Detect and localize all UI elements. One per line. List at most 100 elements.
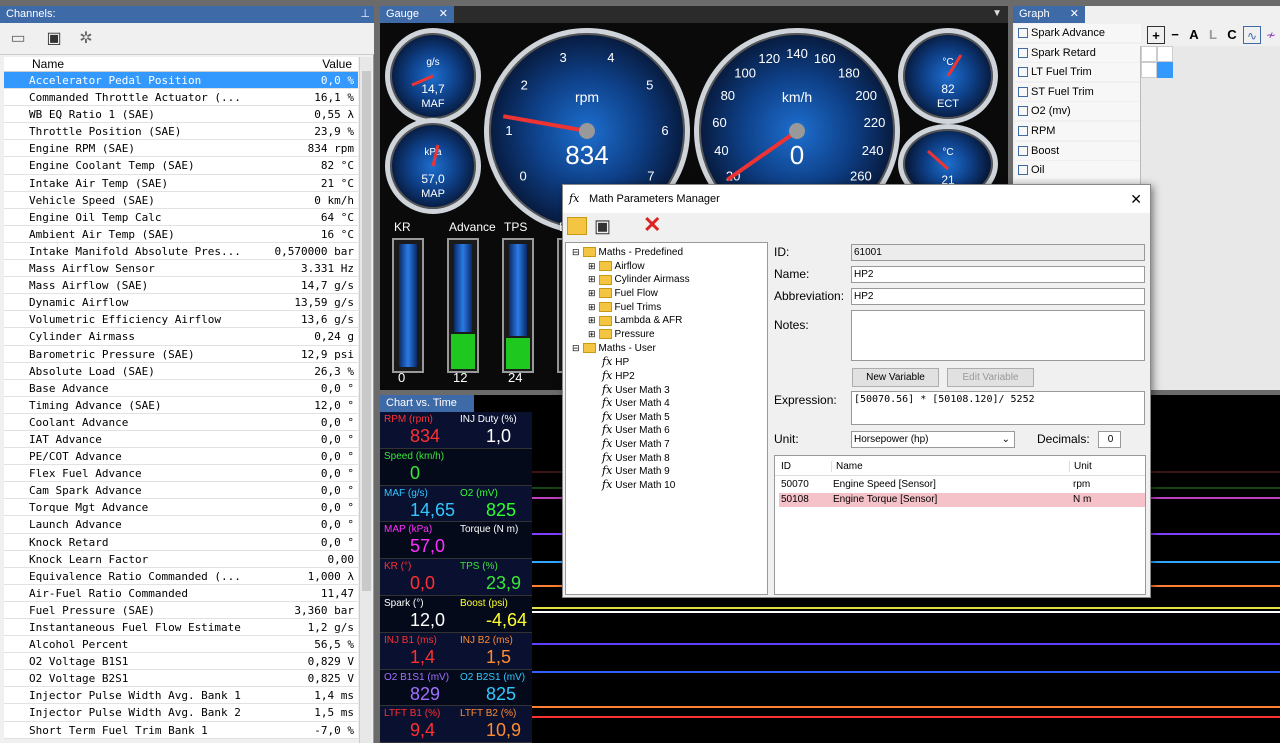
tree-folder[interactable]: ⊞ Fuel Trims xyxy=(588,301,661,314)
tree-item[interactable]: fx User Math 8 xyxy=(602,451,670,464)
channel-row[interactable]: Short Term Fuel Trim Bank 1 -7,0 % xyxy=(4,721,358,739)
channel-row[interactable]: Volumetric Efficiency Airflow 13,6 g/s xyxy=(4,311,358,329)
channel-row[interactable]: Mass Airflow (SAE) 14,7 g/s xyxy=(4,277,358,295)
tree-folder[interactable]: ⊞ Fuel Flow xyxy=(588,287,658,300)
gear-icon[interactable]: ✲ xyxy=(74,28,98,50)
tree-item[interactable]: fx User Math 5 xyxy=(602,410,670,423)
tab-chart-vs-time[interactable]: Chart vs. Time xyxy=(380,395,474,412)
graph-channel-item[interactable]: O2 (mv) xyxy=(1015,102,1141,121)
channel-row[interactable]: Mass Airflow Sensor 3.331 Hz xyxy=(4,260,358,278)
expand-icon[interactable]: ⊞ xyxy=(588,302,596,312)
channel-row[interactable]: Vehicle Speed (SAE) 0 km/h xyxy=(4,191,358,209)
unit-column-header[interactable]: Unit xyxy=(1069,461,1092,472)
channel-row[interactable]: O2 Voltage B2S1 0,825 V xyxy=(4,670,358,688)
save-icon[interactable]: ▣ xyxy=(594,216,611,237)
dialog-close-icon[interactable]: ✕ xyxy=(1130,185,1142,213)
tab-gauge[interactable]: Gauge ✕ xyxy=(380,6,454,23)
value-column-header[interactable]: Value xyxy=(322,57,352,72)
name-field[interactable]: HP2 xyxy=(851,266,1145,283)
notes-field[interactable] xyxy=(851,310,1145,361)
expand-icon[interactable]: ⊞ xyxy=(588,274,596,284)
graph-cell[interactable] xyxy=(1141,46,1157,62)
expand-icon[interactable]: ⊟ xyxy=(572,247,580,257)
tree-item[interactable]: fx HP xyxy=(602,355,629,368)
expand-icon[interactable]: ⊞ xyxy=(588,315,596,325)
camera-icon[interactable]: ▭ xyxy=(6,28,30,50)
channel-row[interactable]: Air-Fuel Ratio Commanded 11,47 xyxy=(4,584,358,602)
channel-row[interactable]: Flex Fuel Advance 0,0 ° xyxy=(4,465,358,483)
graph-tool-button[interactable]: C xyxy=(1223,26,1241,44)
channel-row[interactable]: PE/COT Advance 0,0 ° xyxy=(4,448,358,466)
channel-row[interactable]: Fuel Pressure (SAE) 3,360 bar xyxy=(4,601,358,619)
tree-folder[interactable]: ⊞ Pressure xyxy=(588,328,655,341)
tree-item[interactable]: fx User Math 7 xyxy=(602,437,670,450)
graph-channel-item[interactable]: Spark Advance xyxy=(1015,24,1141,42)
channel-row[interactable]: Equivalence Ratio Commanded (... 1,000 λ xyxy=(4,567,358,585)
channel-row[interactable]: Timing Advance (SAE) 12,0 ° xyxy=(4,396,358,414)
tree-item[interactable]: fx User Math 9 xyxy=(602,464,670,477)
graph-channel-item[interactable]: ST Fuel Trim xyxy=(1015,82,1141,101)
graph-channel-item[interactable]: Boost xyxy=(1015,141,1141,160)
save-icon[interactable]: ▣ xyxy=(42,28,66,50)
channels-scrollbar[interactable] xyxy=(359,57,372,743)
tree-item[interactable]: fx User Math 3 xyxy=(602,383,670,396)
variable-row[interactable]: 50070 Engine Speed [Sensor] rpm xyxy=(779,478,1145,492)
new-variable-button[interactable]: New Variable xyxy=(852,368,939,387)
channel-row[interactable]: Accelerator Pedal Position 0,0 % xyxy=(4,72,358,90)
channel-row[interactable]: Engine Oil Temp Calc 64 °C xyxy=(4,208,358,226)
graph-channel-item[interactable]: Spark Retard xyxy=(1015,43,1141,62)
channel-row[interactable]: Engine Coolant Temp (SAE) 82 °C xyxy=(4,157,358,175)
expand-icon[interactable]: ⊞ xyxy=(588,288,596,298)
graph-tool-button[interactable]: L xyxy=(1204,26,1222,44)
decimals-field[interactable]: 0 xyxy=(1098,431,1121,448)
delete-icon[interactable]: ✕ xyxy=(643,212,661,238)
graph-channel-item[interactable]: Oil xyxy=(1015,161,1141,180)
graph-tool-button[interactable]: − xyxy=(1166,26,1184,44)
channel-row[interactable]: Absolute Load (SAE) 26,3 % xyxy=(4,362,358,380)
channel-row[interactable]: Base Advance 0,0 ° xyxy=(4,379,358,397)
channel-row[interactable]: Knock Retard 0,0 ° xyxy=(4,533,358,551)
channel-row[interactable]: Alcohol Percent 56,5 % xyxy=(4,636,358,654)
channel-row[interactable]: Instantaneous Fuel Flow Estimate 1,2 g/s xyxy=(4,619,358,637)
graph-tool-button[interactable]: + xyxy=(1147,26,1165,44)
channel-row[interactable]: Injector Pulse Width Avg. Bank 1 1,4 ms xyxy=(4,687,358,705)
channel-row[interactable]: Commanded Throttle Actuator (... 16,1 % xyxy=(4,89,358,107)
channel-row[interactable]: IAT Advance 0,0 ° xyxy=(4,430,358,449)
channel-row[interactable]: Knock Learn Factor 0,00 xyxy=(4,550,358,568)
edit-variable-button[interactable]: Edit Variable xyxy=(947,368,1034,387)
variable-row[interactable]: 50108 Engine Torque [Sensor] N m xyxy=(779,492,1145,507)
tree-item[interactable]: fx User Math 4 xyxy=(602,396,670,409)
tree-folder[interactable]: ⊞ Airflow xyxy=(588,260,645,273)
scrollbar-thumb[interactable] xyxy=(362,71,371,591)
channel-row[interactable]: Engine RPM (SAE) 834 rpm xyxy=(4,140,358,158)
expand-icon[interactable]: ⊟ xyxy=(572,343,580,353)
tree-item[interactable]: fx HP2 xyxy=(602,369,635,382)
tab-graph[interactable]: Graph ✕ xyxy=(1013,6,1085,23)
channel-row[interactable]: Launch Advance 0,0 ° xyxy=(4,516,358,534)
tree-folder[interactable]: ⊟ Maths - User xyxy=(572,342,656,355)
channel-row[interactable]: Intake Manifold Absolute Pres... 0,570000… xyxy=(4,242,358,261)
graph-cell[interactable] xyxy=(1157,46,1173,62)
channel-row[interactable]: Throttle Position (SAE) 23,9 % xyxy=(4,123,358,141)
waveform-icon[interactable]: ∿ xyxy=(1243,26,1261,44)
expand-icon[interactable]: ⊞ xyxy=(588,329,596,339)
pin-icon[interactable]: ⊥ xyxy=(360,6,370,23)
abbreviation-field[interactable]: HP2 xyxy=(851,288,1145,305)
tree-folder[interactable]: ⊞ Lambda & AFR xyxy=(588,314,682,327)
graph-channel-item[interactable]: RPM xyxy=(1015,122,1141,140)
expand-icon[interactable]: ⊞ xyxy=(588,261,596,271)
channel-row[interactable]: WB EQ Ratio 1 (SAE) 0,55 λ xyxy=(4,106,358,124)
close-icon[interactable]: ✕ xyxy=(439,6,448,23)
channel-row[interactable]: O2 Voltage B1S1 0,829 V xyxy=(4,653,358,671)
graph-cell[interactable] xyxy=(1141,62,1157,78)
channel-row[interactable]: Torque Mgt Advance 0,0 ° xyxy=(4,499,358,517)
channel-row[interactable]: Intake Air Temp (SAE) 21 °C xyxy=(4,174,358,192)
graph-channel-item[interactable]: LT Fuel Trim xyxy=(1015,63,1141,82)
open-folder-icon[interactable] xyxy=(567,217,587,235)
graph-close-icon[interactable]: ✕ xyxy=(1070,6,1079,23)
tree-item[interactable]: fx User Math 10 xyxy=(602,478,675,491)
channel-row[interactable]: Coolant Advance 0,0 ° xyxy=(4,413,358,431)
name-column-header[interactable]: Name xyxy=(831,461,863,472)
channel-row[interactable]: Injector Pulse Width Avg. Bank 2 1,5 ms xyxy=(4,704,358,722)
expression-field[interactable]: [50070.56] * [50108.120]/ 5252 xyxy=(851,391,1145,425)
